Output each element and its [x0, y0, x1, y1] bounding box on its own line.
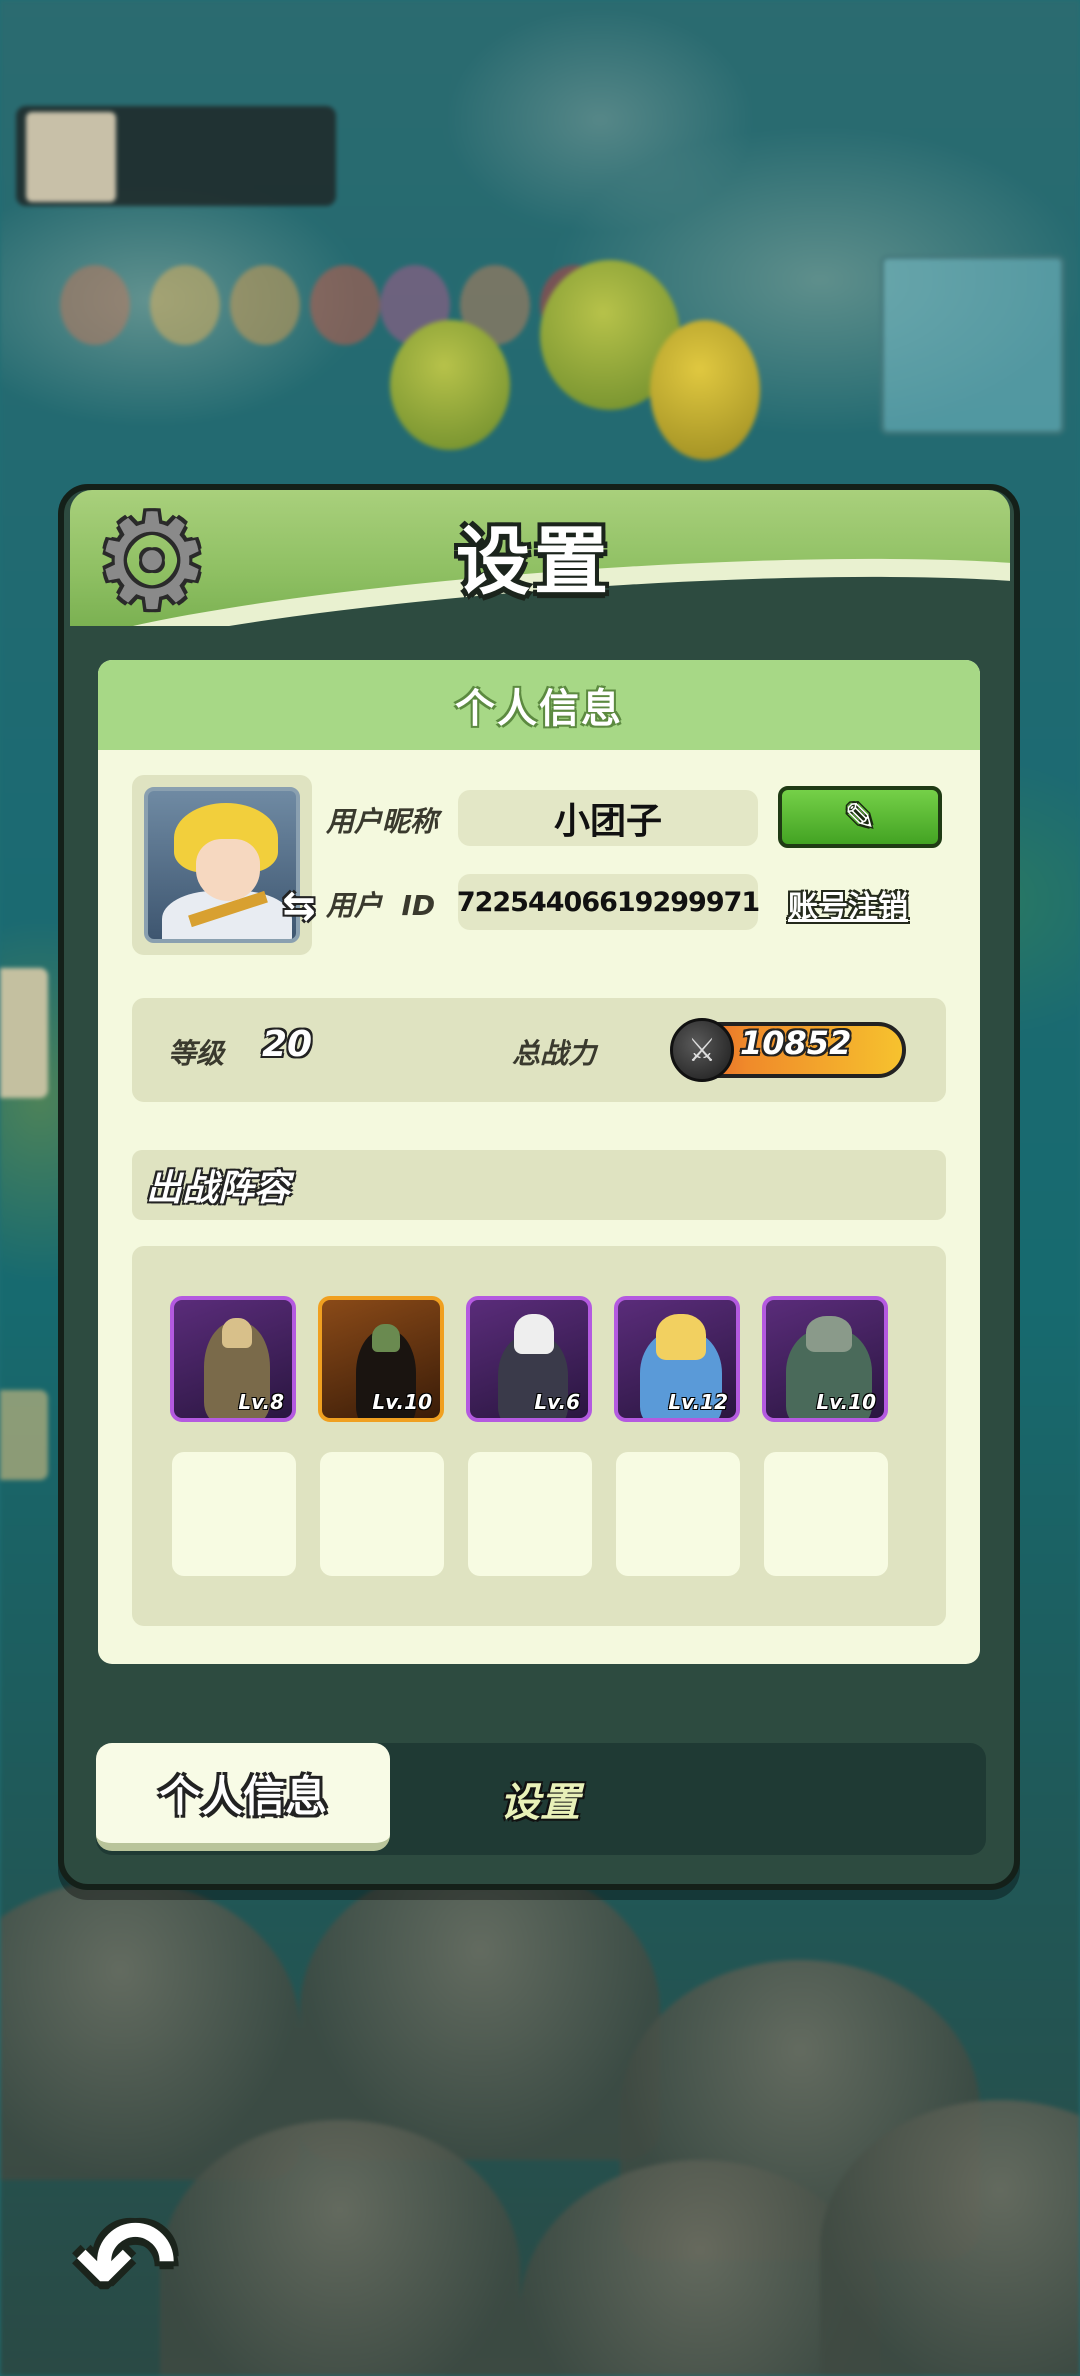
map-tree — [650, 320, 760, 460]
stats-row: 等级 20 总战力 ⚔ 10852 — [132, 998, 946, 1102]
tab-profile[interactable]: 个人信息 — [96, 1743, 390, 1851]
lineup-grid: Lv.8 Lv.10 Lv.6 Lv.12 Lv.10 — [132, 1246, 946, 1626]
map-unit — [230, 265, 300, 345]
hero-level: Lv.10 — [816, 1390, 876, 1414]
back-arrow-icon[interactable]: ↶ — [56, 2205, 196, 2325]
cancel-account-link[interactable]: 账号注销 — [788, 882, 908, 926]
minimap — [880, 255, 1065, 435]
lineup-title: 出战阵容 — [132, 1150, 946, 1220]
panel-title: 设置 — [456, 519, 612, 605]
empty-hero-slot[interactable] — [764, 1452, 888, 1576]
hero-card[interactable]: Lv.10 — [318, 1296, 444, 1422]
map-mountain — [0, 1880, 300, 2180]
hud-avatar — [26, 112, 116, 202]
nickname-label: 用户昵称 — [326, 805, 439, 838]
map-unit — [60, 265, 130, 345]
settings-panel: ⚙ 设置 个人信息 ⇆ 用户昵称 小团子 ✎ 用户 ID 72254406619… — [58, 484, 1020, 1890]
user-id-label: 用户 ID — [326, 889, 436, 922]
map-unit — [150, 265, 220, 345]
edit-nickname-button[interactable]: ✎ — [778, 786, 942, 848]
map-mountain — [300, 1860, 660, 2160]
crossed-swords-icon: ⚔ — [670, 1018, 734, 1082]
tab-settings[interactable]: 设置 — [390, 1743, 690, 1855]
empty-hero-slot[interactable] — [320, 1452, 444, 1576]
hero-level: Lv.12 — [668, 1390, 728, 1414]
power-value: 10852 — [740, 1024, 852, 1062]
pencil-icon: ✎ — [844, 795, 876, 839]
hero-card[interactable]: Lv.8 — [170, 1296, 296, 1422]
nickname-value: 小团子 — [458, 790, 758, 846]
empty-hero-slot[interactable] — [616, 1452, 740, 1576]
empty-hero-slot[interactable] — [172, 1452, 296, 1576]
hero-card[interactable]: Lv.6 — [466, 1296, 592, 1422]
hero-card[interactable]: Lv.12 — [614, 1296, 740, 1422]
avatar-button[interactable]: ⇆ — [132, 775, 316, 955]
power-label: 总战力 — [512, 1037, 597, 1070]
hero-level: Lv.10 — [372, 1390, 432, 1414]
map-tree — [390, 320, 510, 450]
side-menu-tab — [0, 1390, 48, 1480]
map-unit — [310, 265, 380, 345]
level-label: 等级 — [168, 1037, 225, 1070]
profile-card: 个人信息 ⇆ 用户昵称 小团子 ✎ 用户 ID 7225440661929997… — [98, 660, 980, 1664]
hero-level: Lv.8 — [238, 1390, 284, 1414]
swap-arrows-icon[interactable]: ⇆ — [280, 886, 318, 926]
avatar — [144, 787, 300, 943]
profile-section-title: 个人信息 — [98, 660, 980, 750]
tab-bar: 个人信息 设置 — [96, 1743, 986, 1855]
hero-level: Lv.6 — [534, 1390, 580, 1414]
hero-card[interactable]: Lv.10 — [762, 1296, 888, 1422]
side-menu-tab — [0, 968, 48, 1098]
user-id-value: 72254406619299971 — [457, 874, 760, 930]
level-value: 20 — [262, 1024, 313, 1065]
empty-hero-slot[interactable] — [468, 1452, 592, 1576]
